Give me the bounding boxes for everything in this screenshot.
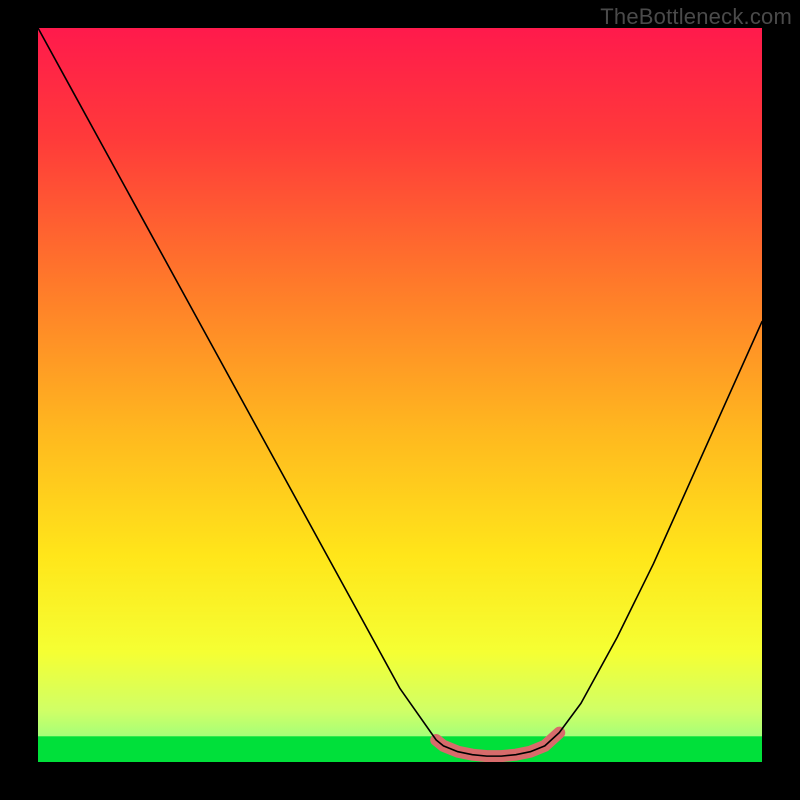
chart-frame: TheBottleneck.com: [0, 0, 800, 800]
green-band: [38, 736, 762, 762]
plot-svg: [38, 28, 762, 762]
plot-area: [38, 28, 762, 762]
watermark-text: TheBottleneck.com: [600, 4, 792, 30]
gradient-background: [38, 28, 762, 762]
